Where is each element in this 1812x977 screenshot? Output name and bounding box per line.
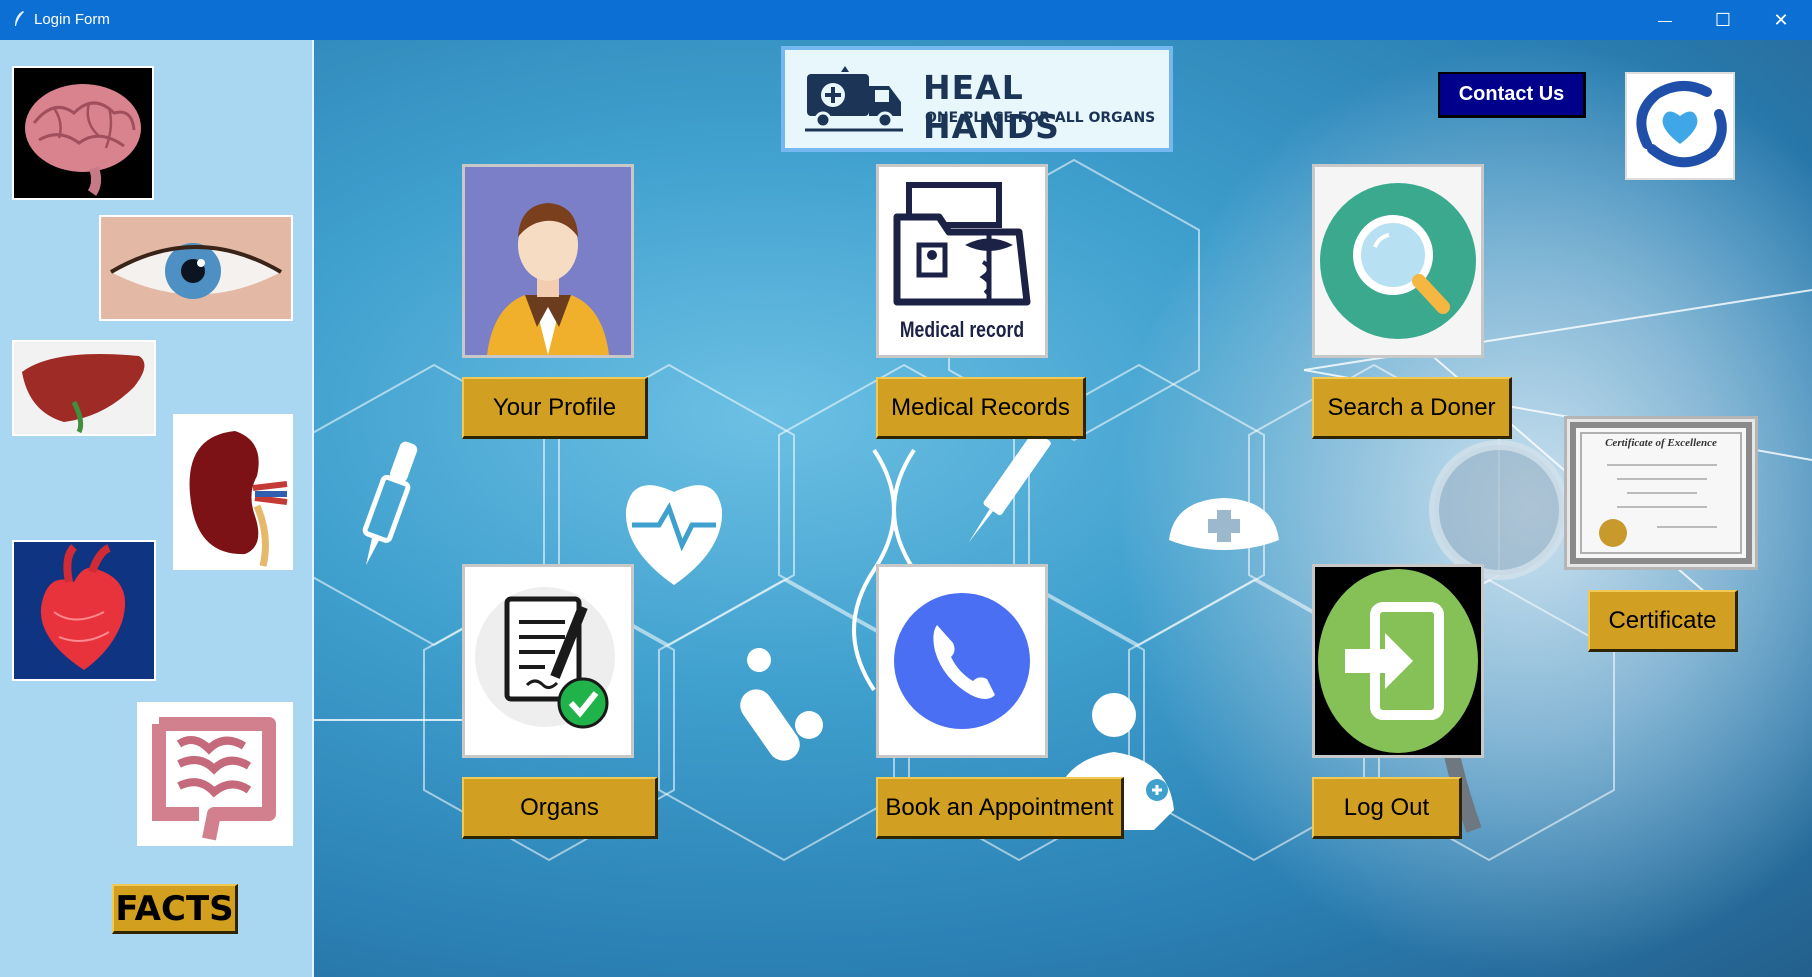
intestine-image[interactable] xyxy=(137,702,293,846)
search-magnifier-icon xyxy=(1320,183,1476,339)
medical-records-button[interactable]: Medical Records xyxy=(876,377,1086,439)
certificate-button[interactable]: Certificate xyxy=(1588,590,1738,652)
search-donor-tile[interactable] xyxy=(1312,164,1484,358)
heart-image[interactable] xyxy=(12,540,156,681)
search-doner-button[interactable]: Search a Doner xyxy=(1312,377,1512,439)
maximize-icon: ☐ xyxy=(1714,9,1732,30)
contact-us-button[interactable]: Contact Us xyxy=(1438,72,1586,118)
dashboard-main: HEAL HANDS ONE PLACE FOR ALL ORGANS Cont… xyxy=(314,40,1812,977)
liver-image[interactable] xyxy=(12,340,156,436)
minimize-icon: — xyxy=(1658,12,1672,28)
close-icon: ✕ xyxy=(1773,9,1789,30)
organ-sidebar: FACTS xyxy=(0,40,314,977)
window-title: Login Form xyxy=(34,11,110,28)
user-avatar-icon xyxy=(465,167,631,355)
feather-icon xyxy=(15,11,24,26)
medical-record-caption: Medical record xyxy=(899,317,1025,342)
phone-icon xyxy=(894,593,1030,729)
eye-icon xyxy=(101,217,291,319)
logout-icon xyxy=(1318,569,1478,753)
pills-icon xyxy=(740,648,823,761)
facts-button[interactable]: FACTS xyxy=(112,884,238,934)
organs-button[interactable]: Organs xyxy=(462,777,658,839)
medical-records-tile[interactable]: Medical record xyxy=(876,164,1048,358)
heart-pulse-icon xyxy=(625,485,723,585)
book-appointment-button[interactable]: Book an Appointment xyxy=(876,777,1124,839)
nurse-hat-icon xyxy=(1169,498,1279,550)
organs-tile[interactable] xyxy=(462,564,634,758)
brain-image[interactable] xyxy=(12,66,154,200)
your-profile-button[interactable]: Your Profile xyxy=(462,377,648,439)
maximize-button[interactable]: ☐ xyxy=(1694,0,1752,40)
app-content: FACTS HEAL HANDS ONE PLACE FOR ALL ORGAN… xyxy=(0,40,1812,977)
certificate-heading: Certificate of Excellence xyxy=(1605,437,1717,449)
heart-hand-icon xyxy=(1636,81,1727,168)
medical-record-icon xyxy=(893,182,1031,306)
certificate-image[interactable]: Certificate of Excellence xyxy=(1564,416,1758,570)
logout-tile[interactable] xyxy=(1312,564,1484,758)
care-logo xyxy=(1625,72,1735,180)
logo-subtitle: ONE PLACE FOR ALL ORGANS xyxy=(925,110,1156,126)
document-check-icon xyxy=(475,587,615,729)
close-button[interactable]: ✕ xyxy=(1752,0,1810,40)
log-out-button[interactable]: Log Out xyxy=(1312,777,1462,839)
dropper-icon xyxy=(362,441,418,566)
profile-tile[interactable] xyxy=(462,164,634,358)
brain-icon xyxy=(25,84,141,196)
kidney-image[interactable] xyxy=(173,414,293,570)
ambulance-icon xyxy=(805,66,903,132)
kidney-icon xyxy=(189,431,288,567)
minimize-button[interactable]: — xyxy=(1636,0,1694,40)
liver-icon xyxy=(22,354,145,434)
logo-title: HEAL HANDS xyxy=(923,68,1060,146)
eye-image[interactable] xyxy=(99,215,293,321)
heal-hands-logo: HEAL HANDS ONE PLACE FOR ALL ORGANS xyxy=(781,46,1173,152)
intestine-icon xyxy=(152,717,276,841)
title-bar: Login Form — ☐ ✕ xyxy=(0,0,1812,40)
heart-icon xyxy=(14,542,154,679)
appointment-tile[interactable] xyxy=(876,564,1048,758)
